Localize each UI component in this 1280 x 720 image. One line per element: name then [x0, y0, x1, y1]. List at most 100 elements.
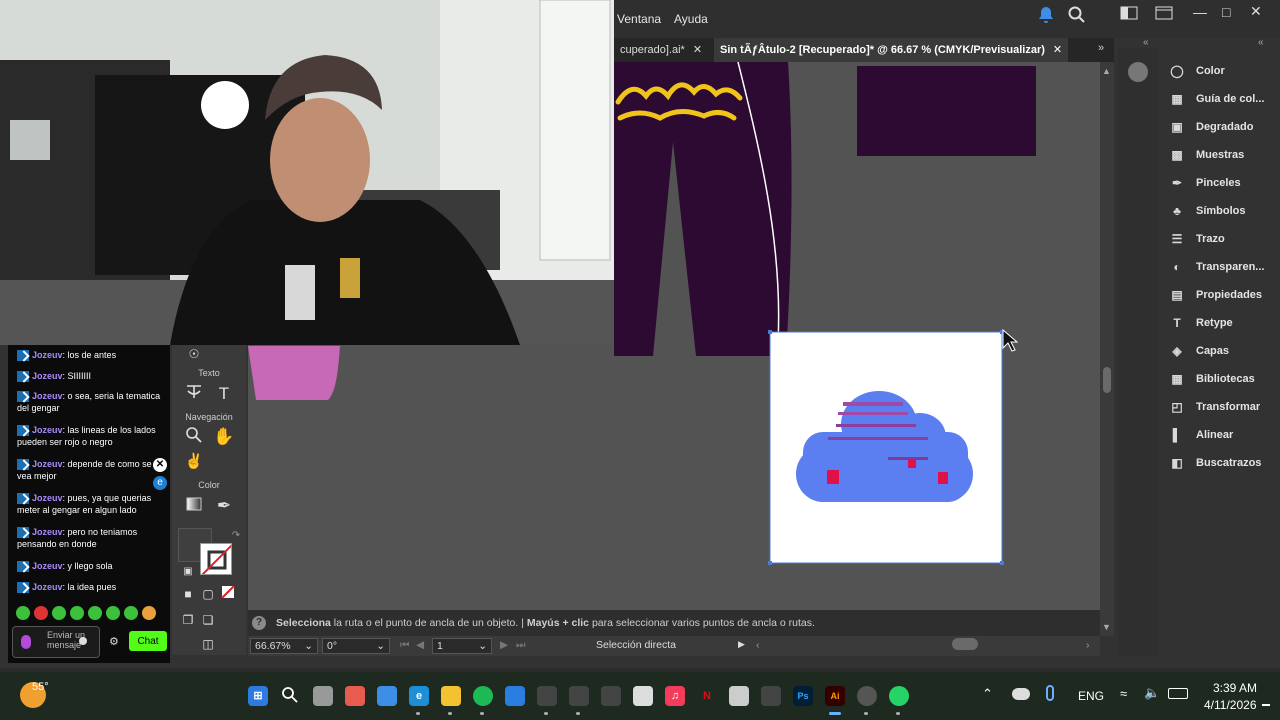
stroke-swatch[interactable] — [200, 543, 232, 575]
eyedropper-tool-icon[interactable]: ✒ — [212, 495, 236, 517]
start-icon[interactable]: ⊞ — [248, 686, 268, 706]
chat-username[interactable]: Jozeuv — [32, 493, 63, 503]
cloud-sync-icon[interactable] — [1012, 688, 1030, 700]
store-icon[interactable] — [377, 686, 397, 706]
emoji-icon[interactable] — [79, 637, 87, 645]
zoom-tool-icon[interactable] — [182, 426, 206, 448]
chevron-up-icon[interactable]: ⌃ — [982, 686, 993, 702]
dock-item-layers[interactable]: ◈ Capas — [1168, 341, 1270, 361]
none-mode-icon[interactable] — [216, 583, 240, 605]
close-tab-icon[interactable]: ✕ — [1053, 44, 1062, 56]
dock-item-color-guide[interactable]: ▦ Guía de col... — [1168, 89, 1270, 109]
workspace-icon[interactable] — [1120, 6, 1138, 23]
dock-item-transparency[interactable]: ◐ Transparen... — [1168, 257, 1270, 277]
dock-item-libraries[interactable]: ▦ Bibliotecas — [1168, 369, 1270, 389]
app-icon-2[interactable] — [569, 686, 589, 706]
rotation-select[interactable]: 0° ⌄ — [322, 638, 390, 654]
maximize-icon[interactable]: □ — [1222, 4, 1230, 20]
app-icon-1[interactable] — [537, 686, 557, 706]
dock-item-swatches[interactable]: ▩ Muestras — [1168, 145, 1270, 165]
emote-icon[interactable] — [34, 606, 48, 620]
obs-icon[interactable] — [857, 686, 877, 706]
calculator-icon[interactable] — [729, 686, 749, 706]
artboard-first-icon[interactable]: ⏮ — [400, 639, 409, 652]
emote-icon[interactable] — [70, 606, 84, 620]
illustrator-icon[interactable]: Ai — [825, 686, 845, 706]
dock-item-retype[interactable]: T Retype — [1168, 313, 1270, 333]
chat-username[interactable]: Jozeuv — [32, 561, 63, 571]
dock-item-color[interactable]: ◯ Color — [1168, 61, 1270, 81]
artboard-last-icon[interactable]: ⏭ — [516, 639, 525, 652]
emote-icon[interactable] — [124, 606, 138, 620]
help-icon[interactable]: ? — [252, 616, 266, 630]
search-icon[interactable] — [1068, 6, 1086, 27]
chat-username[interactable]: Jozeuv — [32, 391, 63, 401]
arrange-documents-icon[interactable] — [1155, 6, 1173, 23]
vertical-scrollbar[interactable]: ▲ ▼ — [1100, 62, 1114, 636]
emote-icon[interactable] — [16, 606, 30, 620]
edge-icon[interactable]: e — [153, 476, 167, 490]
chat-send-button[interactable]: Chat — [129, 631, 167, 651]
defender-icon[interactable] — [505, 686, 525, 706]
dock-item-pathfinder[interactable]: ◧ Buscatrazos — [1168, 453, 1270, 473]
emote-icon[interactable] — [142, 606, 156, 620]
bell-icon[interactable] — [1038, 6, 1054, 27]
file-explorer-icon[interactable] — [441, 686, 461, 706]
collapse-dock-icon[interactable]: « — [1258, 37, 1264, 48]
wifi-icon[interactable]: ≈ — [1120, 686, 1127, 701]
volume-icon[interactable]: 🔈 — [1144, 685, 1160, 701]
type-on-path-tool-icon[interactable] — [182, 383, 206, 405]
netflix-icon[interactable]: N — [697, 686, 717, 706]
chat-username[interactable]: Jozeuv — [32, 371, 63, 381]
chat-message-input[interactable]: Enviar un mensaje — [12, 626, 100, 658]
chat-username[interactable]: Jozeuv — [32, 582, 63, 592]
close-overlay-icon[interactable]: ✕ — [153, 458, 167, 472]
artboard-prev-icon[interactable]: ◀ — [416, 639, 424, 651]
scroll-down-icon[interactable]: ▼ — [1102, 622, 1111, 632]
gear-icon[interactable]: ⚙ — [109, 635, 119, 648]
scroll-left-icon[interactable]: ‹ — [756, 639, 760, 651]
battery-icon[interactable] — [1168, 688, 1188, 699]
scroll-up-icon[interactable]: ▲ — [1102, 66, 1111, 76]
minimize-icon[interactable]: — — [1193, 4, 1207, 20]
notification-indicator[interactable] — [1262, 704, 1270, 706]
clock-date[interactable]: 4/11/2026 — [1204, 698, 1257, 712]
hand-tool-icon[interactable]: ✋ — [212, 426, 236, 448]
close-tab-icon[interactable]: ✕ — [693, 44, 702, 56]
dock-item-symbols[interactable]: ♣ Símbolos — [1168, 201, 1270, 221]
tab-document-2[interactable]: Sin tÃƒÂ­tulo-2 [Recuperado]* @ 66.67 % … — [714, 38, 1069, 62]
emote-icon[interactable] — [88, 606, 102, 620]
chat-username[interactable]: Jozeuv — [32, 527, 63, 537]
swap-colors-icon[interactable]: ↷ — [224, 525, 248, 547]
draw-behind-icon[interactable]: ❏ — [196, 609, 220, 631]
menu-ventana[interactable]: Ventana — [617, 12, 661, 26]
chat-username[interactable]: Jozeuv — [32, 459, 63, 469]
collapse-strip-icon[interactable]: « — [1143, 37, 1149, 48]
type-tool-icon[interactable]: T — [212, 383, 236, 405]
app-icon-4[interactable] — [761, 686, 781, 706]
tab-document-1[interactable]: cuperado].ai* ✕ — [614, 38, 708, 62]
gradient-tool-icon[interactable] — [182, 495, 206, 517]
artboard-next-icon[interactable]: ▶ — [500, 639, 508, 651]
scroll-right-icon[interactable]: › — [1086, 639, 1090, 651]
horizontal-scroll-thumb[interactable] — [952, 638, 978, 650]
whatsapp-icon[interactable] — [889, 686, 909, 706]
microphone-icon[interactable] — [21, 635, 31, 649]
tool-menu-icon[interactable]: ▶ — [738, 639, 745, 650]
dock-item-properties[interactable]: ▤ Propiedades — [1168, 285, 1270, 305]
chat-username[interactable]: Jozeuv — [32, 350, 63, 360]
task-view-icon[interactable] — [313, 686, 333, 706]
dock-item-stroke[interactable]: ☰ Trazo — [1168, 229, 1270, 249]
weather-temperature[interactable]: 55° — [32, 681, 49, 693]
clock-time[interactable]: 3:39 AM — [1213, 681, 1257, 695]
rotate-view-tool-icon[interactable]: ✌ — [182, 451, 206, 473]
app-icon-3[interactable] — [601, 686, 621, 706]
spotify-icon[interactable] — [473, 686, 493, 706]
shaper-tool-icon[interactable]: ☉ — [182, 343, 206, 365]
dock-item-transform[interactable]: ◰ Transformar — [1168, 397, 1270, 417]
language-indicator[interactable]: ENG — [1078, 689, 1104, 703]
emote-icon[interactable] — [52, 606, 66, 620]
artboard-select[interactable]: 1 ⌄ — [432, 638, 492, 654]
screen-mode-icon[interactable]: ◫ — [196, 633, 220, 655]
close-window-icon[interactable]: ✕ — [1250, 3, 1262, 20]
